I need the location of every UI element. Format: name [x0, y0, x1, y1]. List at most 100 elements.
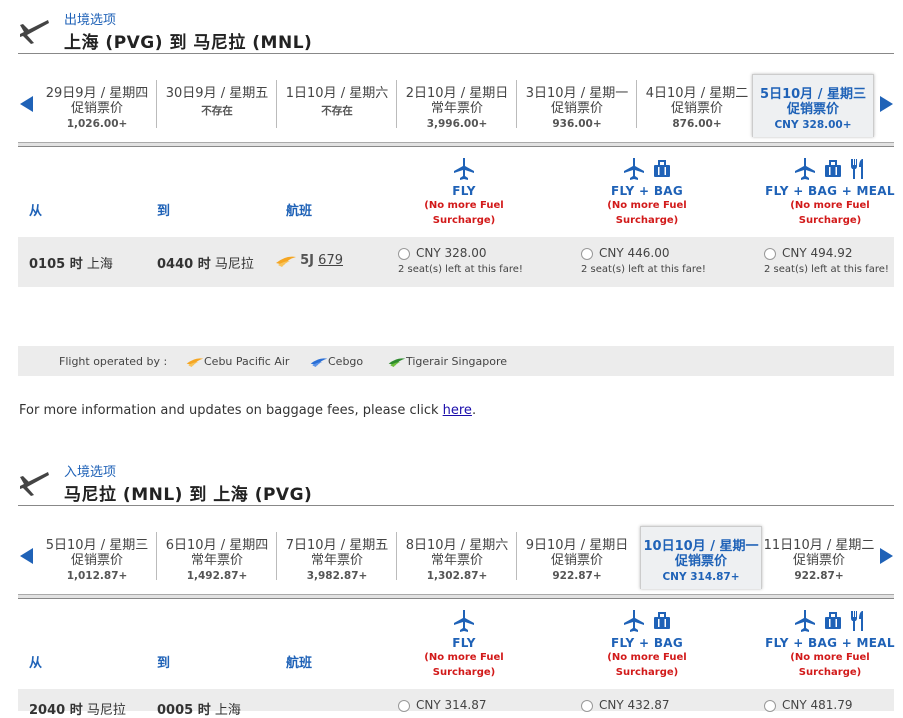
fare-header-fly: FLY (No more Fuel Surcharge): [399, 608, 529, 680]
outbound-plane-icon: [20, 20, 49, 44]
fare-note: (No more Fuel: [607, 200, 687, 211]
baggage-icon: [825, 160, 841, 177]
fare-note: Surcharge): [615, 215, 679, 226]
date-tab[interactable]: 4日10月 / 星期二 促销票价 876.00+: [637, 74, 757, 130]
date-label: 6日10月 / 星期四: [165, 538, 269, 553]
fare-note: (No more Fuel: [607, 652, 687, 663]
date-label: 4日10月 / 星期二: [645, 86, 749, 101]
date-tab[interactable]: 5日10月 / 星期三 促销票价 1,012.87+: [37, 526, 157, 582]
fare-header-fly: FLY (No more Fuel Surcharge): [399, 156, 529, 228]
inbound-date-strip: 5日10月 / 星期三 促销票价 1,012.87+ 6日10月 / 星期四 常…: [37, 526, 877, 589]
date-price: 不存在: [201, 105, 233, 117]
fare-name: FLY + BAG: [610, 184, 684, 198]
fare-radio[interactable]: [764, 699, 776, 712]
airline-code: 5J: [300, 253, 315, 268]
date-tab[interactable]: 6日10月 / 星期四 常年票价 1,492.87+: [157, 526, 277, 582]
fare-name: FLY: [452, 184, 476, 198]
tigerair-logo-icon: [388, 358, 406, 367]
fare-name: FLY + BAG: [610, 636, 684, 650]
date-price: CNY 314.87+: [662, 571, 740, 583]
fare-price: CNY 481.79: [782, 698, 853, 712]
inbound-label: 入境选项: [64, 465, 117, 480]
plane-icon: [624, 610, 644, 632]
seats-left: 2 seat(s) left at this fare!: [764, 264, 889, 275]
arrival-time: 0440 时: [157, 257, 211, 272]
cebgo-logo-icon: [310, 358, 328, 367]
baggage-info-link[interactable]: here: [443, 403, 472, 418]
fare-note: (No more Fuel: [790, 652, 870, 663]
inbound-route-title: 马尼拉 (MNL) 到 上海 (PVG): [64, 485, 313, 505]
date-tab[interactable]: 29日9月 / 星期四 促销票价 1,026.00+: [37, 74, 157, 130]
fare-radio[interactable]: [398, 699, 410, 712]
fare-note: Surcharge): [798, 215, 862, 226]
fare-header-fly-bag-meal: FLY + BAG + MEAL (No more Fuel Surcharge…: [765, 156, 895, 228]
operators-label: Flight operated by :: [59, 355, 168, 368]
flight-number-link[interactable]: 679: [318, 253, 343, 268]
prev-dates-arrow[interactable]: [20, 96, 33, 112]
fare-price: CNY 494.92: [782, 246, 853, 260]
date-tab[interactable]: 1日10月 / 星期六 不存在: [277, 74, 397, 130]
date-price: 922.87+: [552, 570, 602, 582]
date-label: 5日10月 / 星期三: [760, 87, 866, 102]
next-dates-arrow[interactable]: [880, 548, 893, 564]
to-column-header: 到: [157, 656, 171, 671]
flight-row: 2040 时 马尼拉 0005 时 上海 CNY 314.87 CNY 432.…: [18, 689, 894, 718]
date-label: 3日10月 / 星期一: [525, 86, 629, 101]
date-price: 1,302.87+: [426, 570, 488, 582]
date-label: 5日10月 / 星期三: [45, 538, 149, 553]
seats-left: 2 seat(s) left at this fare!: [581, 264, 706, 275]
date-tab[interactable]: 3日10月 / 星期一 促销票价 936.00+: [517, 74, 637, 130]
baggage-icon: [654, 612, 670, 629]
date-label: 11日10月 / 星期二: [763, 538, 875, 553]
fare-price: CNY 446.00: [599, 246, 670, 260]
fare-type-label: 常年票价: [310, 553, 363, 568]
fare-header-fly-bag: FLY + BAG (No more Fuel Surcharge): [582, 156, 712, 228]
date-price: CNY 328.00+: [774, 119, 852, 131]
date-price: 3,996.00+: [426, 118, 488, 130]
fare-radio[interactable]: [581, 247, 593, 260]
outbound-label: 出境选项: [64, 13, 117, 28]
date-label: 29日9月 / 星期四: [45, 86, 149, 101]
fare-type-label: 促销票价: [670, 101, 723, 116]
flight-column-header: 航班: [286, 204, 313, 219]
date-strip-bar: [18, 142, 894, 147]
fare-radio[interactable]: [398, 247, 410, 260]
date-tab[interactable]: 7日10月 / 星期五 常年票价 3,982.87+: [277, 526, 397, 582]
fare-type-label: 常年票价: [430, 553, 483, 568]
fare-radio[interactable]: [764, 247, 776, 260]
cebu-pacific-logo-icon: [186, 358, 204, 367]
fare-name: FLY + BAG + MEAL: [765, 636, 895, 650]
flight-operators-bar: Flight operated by : Cebu Pacific Air Ce…: [18, 346, 894, 376]
next-dates-arrow[interactable]: [880, 96, 893, 112]
date-tab-selected[interactable]: 5日10月 / 星期三 促销票价 CNY 328.00+: [752, 74, 874, 137]
from-column-header: 从: [29, 204, 43, 219]
operator-tigerair: Tigerair Singapore: [388, 355, 507, 368]
date-tab[interactable]: 9日10月 / 星期日 促销票价 922.87+: [517, 526, 637, 582]
date-tab-selected[interactable]: 10日10月 / 星期一 促销票价 CNY 314.87+: [640, 526, 762, 589]
arrival-cell: 0440 时 马尼拉: [157, 253, 254, 272]
date-label: 8日10月 / 星期六: [405, 538, 509, 553]
operator-name: Tigerair Singapore: [406, 355, 508, 368]
date-price: 1,012.87+: [66, 570, 128, 582]
date-tab[interactable]: 30日9月 / 星期五 不存在: [157, 74, 277, 130]
date-tab[interactable]: 8日10月 / 星期六 常年票价 1,302.87+: [397, 526, 517, 582]
operator-name: Cebu Pacific Air: [204, 355, 290, 368]
fare-type-label: 促销票价: [70, 553, 123, 568]
fare-option-fly-bag-meal: CNY 494.92 2 seat(s) left at this fare!: [764, 246, 889, 275]
fare-note: Surcharge): [432, 667, 496, 678]
fare-header-fly-bag: FLY + BAG (No more Fuel Surcharge): [582, 608, 712, 680]
fare-option-fly-bag: CNY 446.00 2 seat(s) left at this fare!: [581, 246, 706, 275]
baggage-icon: [825, 612, 841, 629]
fare-price: CNY 314.87: [416, 698, 487, 712]
prev-dates-arrow[interactable]: [20, 548, 33, 564]
fare-name: FLY: [452, 636, 476, 650]
baggage-icon: [654, 160, 670, 177]
plane-icon: [454, 610, 474, 632]
fare-radio[interactable]: [581, 699, 593, 712]
date-tab[interactable]: 2日10月 / 星期日 常年票价 3,996.00+: [397, 74, 517, 130]
departure-city: 上海: [86, 257, 113, 272]
fare-type-label: 促销票价: [792, 553, 845, 568]
info-end: .: [471, 403, 477, 418]
date-tab[interactable]: 11日10月 / 星期二 促销票价 922.87+: [761, 526, 877, 582]
divider: [18, 53, 894, 54]
